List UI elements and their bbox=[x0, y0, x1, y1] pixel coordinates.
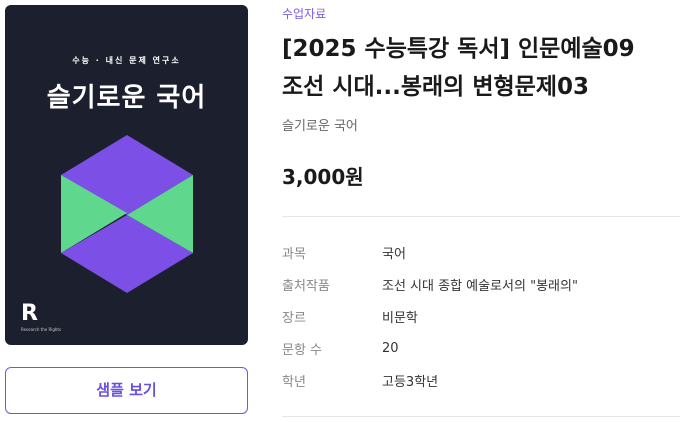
title-line-2: 조선 시대...봉래의 변형문제03 bbox=[282, 74, 589, 100]
info-value: 국어 bbox=[382, 246, 406, 262]
info-label: 문항 수 bbox=[282, 342, 323, 358]
category-label[interactable]: 수업자료 bbox=[282, 5, 326, 22]
cover-tagline: 수능 · 내신 문제 연구소 bbox=[72, 56, 181, 65]
product-title: [2025 수능특강 독서] 인문예술09 조선 시대...봉래의 변형문제03 bbox=[282, 30, 677, 106]
author-name[interactable]: 슬기로운 국어 bbox=[282, 115, 358, 134]
info-value: 조선 시대 종합 예술로서의 "봉래의" bbox=[382, 278, 578, 294]
title-line-1: [2025 수능특강 독서] 인문예술09 bbox=[282, 36, 635, 62]
sample-view-button[interactable]: 샘플 보기 bbox=[5, 367, 248, 414]
product-info-table: 과목 국어 출처작품 조선 시대 종합 예술로서의 "봉래의" 장르 비문학 문… bbox=[282, 236, 680, 396]
cover-title: 슬기로운 국어 bbox=[46, 83, 207, 113]
info-value: 20 bbox=[382, 340, 399, 356]
price: 3,000원 bbox=[282, 165, 364, 189]
divider bbox=[282, 416, 680, 417]
info-row-subject: 과목 국어 bbox=[282, 236, 680, 268]
info-label: 학년 bbox=[282, 374, 306, 390]
publisher-logo: R Research the Rights bbox=[21, 301, 62, 333]
info-value: 비문학 bbox=[382, 310, 418, 326]
info-value: 고등3학년 bbox=[382, 374, 439, 390]
info-row-genre: 장르 비문학 bbox=[282, 300, 680, 332]
s-logo-icon bbox=[61, 135, 193, 293]
info-label: 과목 bbox=[282, 246, 306, 262]
divider bbox=[282, 216, 680, 217]
info-row-source: 출처작품 조선 시대 종합 예술로서의 "봉래의" bbox=[282, 268, 680, 300]
info-row-grade: 학년 고등3학년 bbox=[282, 364, 680, 396]
info-row-question-count: 문항 수 20 bbox=[282, 332, 680, 364]
product-cover-image[interactable]: 수능 · 내신 문제 연구소 슬기로운 국어 R Research the Ri… bbox=[5, 5, 248, 345]
info-label: 출처작품 bbox=[282, 278, 330, 294]
info-label: 장르 bbox=[282, 310, 306, 326]
